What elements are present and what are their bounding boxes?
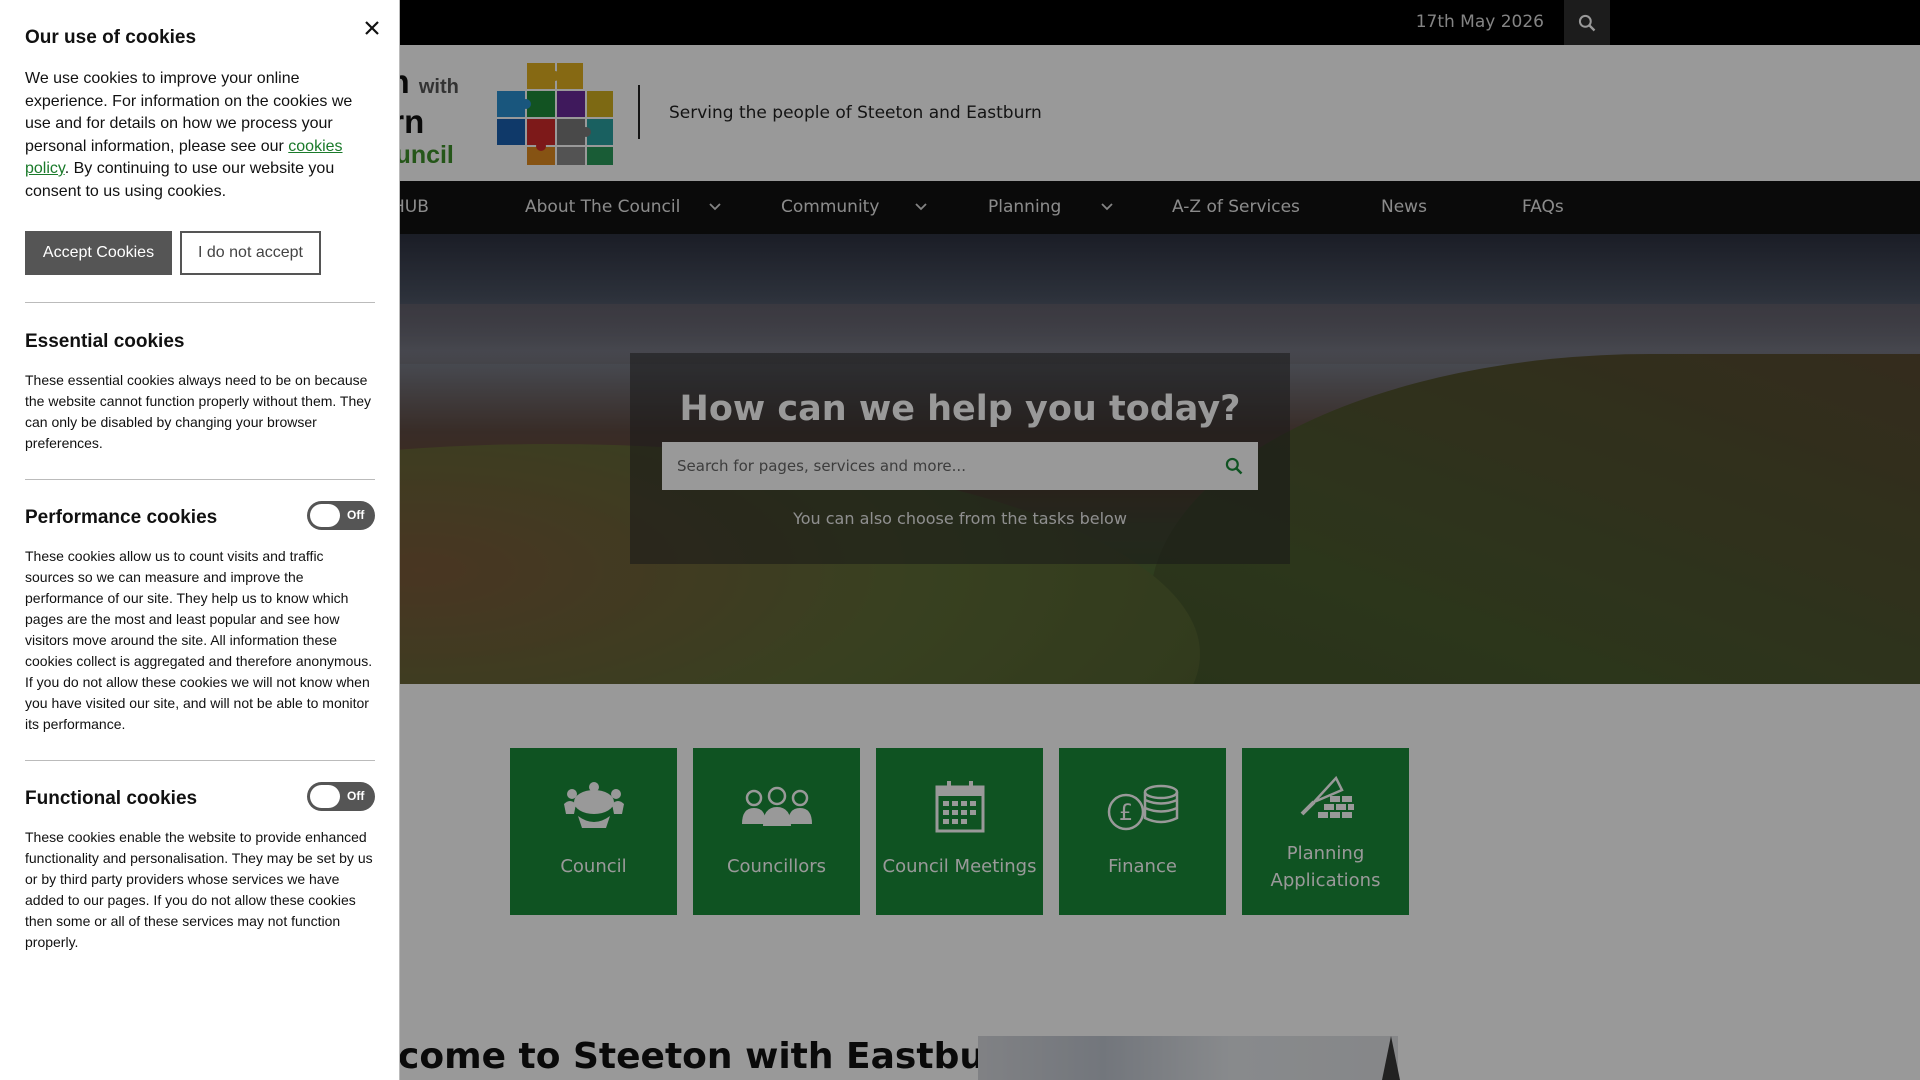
essential-cookies-title: Essential cookies: [25, 331, 185, 352]
toggle-state-label: Off: [347, 789, 365, 803]
toggle-knob: [310, 504, 340, 527]
toggle-state-label: Off: [347, 508, 365, 522]
section-divider: [25, 479, 375, 480]
accept-cookies-button[interactable]: Accept Cookies: [25, 231, 172, 275]
toggle-knob: [310, 785, 340, 808]
section-divider: [25, 760, 375, 761]
performance-cookies-title: Performance cookies: [25, 507, 218, 528]
close-cookie-panel-button[interactable]: [360, 16, 384, 40]
essential-cookies-text: These essential cookies always need to b…: [25, 372, 372, 451]
cookie-intro-text-end: . By continuing to use our website you c…: [25, 160, 335, 200]
functional-cookies-toggle[interactable]: Off: [307, 782, 375, 811]
close-icon: [365, 21, 379, 35]
performance-cookies-text: These cookies allow us to count visits a…: [25, 548, 373, 732]
performance-cookies-toggle[interactable]: Off: [307, 501, 375, 530]
section-divider: [25, 302, 375, 303]
cookie-consent-panel: Our use of cookies We use cookies to imp…: [0, 0, 400, 1080]
cookie-panel-title: Our use of cookies: [25, 27, 197, 48]
cookie-intro-text: We use cookies to improve your online ex…: [25, 68, 370, 203]
functional-cookies-text: These cookies enable the website to prov…: [25, 829, 373, 950]
functional-cookies-title: Functional cookies: [25, 788, 198, 809]
reject-cookies-button[interactable]: I do not accept: [180, 231, 321, 275]
